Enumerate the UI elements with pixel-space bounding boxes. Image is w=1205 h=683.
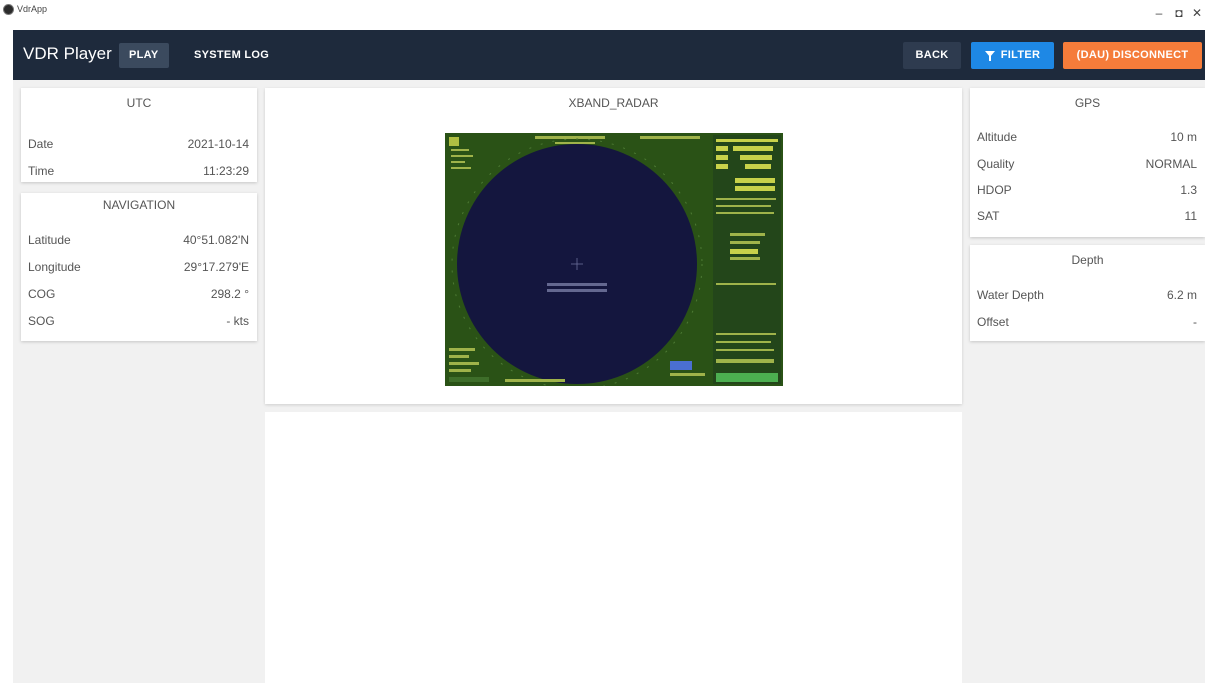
offset-value: - bbox=[1193, 315, 1197, 329]
filter-button-label: FILTER bbox=[1000, 49, 1041, 61]
time-label: Time bbox=[28, 164, 55, 178]
quality-label: Quality bbox=[977, 157, 1015, 171]
gps-row-sat: SAT 11 bbox=[970, 209, 1205, 229]
radar-title: XBAND_RADAR bbox=[568, 96, 659, 110]
radar-card: XBAND_RADAR bbox=[265, 88, 962, 404]
filter-button[interactable]: FILTER bbox=[971, 42, 1054, 69]
sog-value: - kts bbox=[226, 314, 249, 328]
navigation-card: NAVIGATION Latitude 40°51.082'N Longitud… bbox=[21, 193, 257, 341]
disconnect-button-label: (DAU) DISCONNECT bbox=[1076, 49, 1189, 61]
utc-row-date: Date 2021-10-14 bbox=[21, 137, 257, 157]
hdop-value: 1.3 bbox=[1180, 183, 1197, 197]
cog-label: COG bbox=[28, 287, 56, 301]
tab-system-log[interactable]: SYSTEM LOG bbox=[184, 43, 279, 68]
offset-label: Offset bbox=[977, 315, 1009, 329]
main-content: UTC Date 2021-10-14 Time 11:23:29 NAVIGA… bbox=[13, 80, 1205, 683]
date-value: 2021-10-14 bbox=[187, 137, 249, 151]
window-title: VdrApp bbox=[17, 4, 48, 14]
time-value: 11:23:29 bbox=[203, 164, 249, 178]
utc-row-time: Time 11:23:29 bbox=[21, 164, 257, 184]
window-titlebar: VdrApp – ◘ ✕ bbox=[0, 0, 1205, 30]
utc-title: UTC bbox=[126, 96, 152, 110]
nav-row-latitude: Latitude 40°51.082'N bbox=[21, 233, 257, 253]
utc-card: UTC Date 2021-10-14 Time 11:23:29 bbox=[21, 88, 257, 182]
app-brand: VDR Player bbox=[23, 44, 112, 63]
close-icon[interactable]: ✕ bbox=[1188, 6, 1205, 20]
depth-title: Depth bbox=[1071, 253, 1104, 267]
app-header: VDR Player PLAY SYSTEM LOG BACK FILTER (… bbox=[13, 30, 1205, 80]
cog-value: 298.2 ° bbox=[210, 287, 249, 301]
water-depth-value: 6.2 m bbox=[1166, 288, 1197, 302]
disconnect-button[interactable]: (DAU) DISCONNECT bbox=[1063, 42, 1202, 69]
nav-row-longitude: Longitude 29°17.279'E bbox=[21, 260, 257, 280]
minimize-icon[interactable]: – bbox=[1150, 6, 1168, 20]
water-depth-label: Water Depth bbox=[977, 288, 1044, 302]
gps-card: GPS Altitude 10 m Quality NORMAL HDOP 1.… bbox=[970, 88, 1205, 237]
altitude-label: Altitude bbox=[977, 130, 1018, 144]
sog-label: SOG bbox=[28, 314, 55, 328]
longitude-label: Longitude bbox=[28, 260, 81, 274]
depth-card: Depth Water Depth 6.2 m Offset - bbox=[970, 245, 1205, 341]
quality-value: NORMAL bbox=[1145, 157, 1197, 171]
nav-row-sog: SOG - kts bbox=[21, 314, 257, 334]
altitude-value: 10 m bbox=[1170, 130, 1197, 144]
hdop-label: HDOP bbox=[977, 183, 1012, 197]
app-globe-icon bbox=[3, 4, 14, 15]
date-label: Date bbox=[28, 137, 54, 151]
tab-play[interactable]: PLAY bbox=[119, 43, 169, 68]
longitude-value: 29°17.279'E bbox=[183, 260, 249, 274]
navigation-title: NAVIGATION bbox=[102, 198, 176, 212]
gps-row-hdop: HDOP 1.3 bbox=[970, 183, 1205, 203]
filter-funnel-icon bbox=[984, 51, 995, 61]
depth-row-water-depth: Water Depth 6.2 m bbox=[970, 288, 1205, 308]
depth-row-offset: Offset - bbox=[970, 315, 1205, 335]
latitude-value: 40°51.082'N bbox=[183, 233, 249, 247]
gps-row-quality: Quality NORMAL bbox=[970, 157, 1205, 177]
sat-value: 11 bbox=[1184, 209, 1197, 223]
maximize-icon[interactable]: ◘ bbox=[1170, 6, 1188, 20]
gps-title: GPS bbox=[1074, 96, 1101, 110]
latitude-label: Latitude bbox=[28, 233, 71, 247]
sat-label: SAT bbox=[977, 209, 1000, 223]
nav-row-cog: COG 298.2 ° bbox=[21, 287, 257, 307]
gps-row-altitude: Altitude 10 m bbox=[970, 130, 1205, 150]
radar-screen-image bbox=[445, 133, 783, 386]
lower-panel bbox=[265, 412, 962, 683]
back-button-label: BACK bbox=[915, 49, 949, 61]
back-button[interactable]: BACK bbox=[903, 42, 961, 69]
